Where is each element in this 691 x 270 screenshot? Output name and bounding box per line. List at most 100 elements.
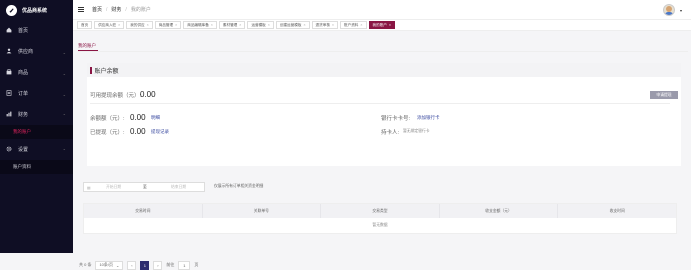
balance-card-header: 账户余额 <box>87 63 681 77</box>
page-suffix: 页 <box>194 262 199 267</box>
withdrawable-label: 可用提现余额（元）: <box>90 93 142 99</box>
sidebar-item-settings[interactable]: 设置 ⌃ <box>0 139 73 160</box>
fund-detail-table: 交易时间 关联单号 交易类型 收支金额（元） 收支时间 暂无数据 <box>83 203 677 234</box>
page-tab-title[interactable]: 我的账户 <box>78 43 96 49</box>
chevron-up-icon: ⌃ <box>62 113 66 118</box>
close-icon[interactable]: × <box>303 23 305 27</box>
empty-state: 暂无数据 <box>372 223 388 227</box>
order-icon <box>6 89 12 98</box>
close-icon[interactable]: × <box>268 23 270 27</box>
logo-icon <box>6 4 17 16</box>
total-count: 共 0 条 <box>79 262 92 267</box>
withdrawn-label: 已提现（元）: <box>90 130 125 136</box>
close-icon[interactable]: × <box>118 23 120 27</box>
withdrawn-value: 0.00 <box>130 127 146 136</box>
balance-card: 账户余额 可用提现余额（元）: 0.00 申请提现 余额额（元）: 0.00 明… <box>87 63 681 166</box>
tab-my-account[interactable]: 我的账户 × <box>368 21 395 29</box>
app-logo[interactable]: 优品商系统 <box>0 0 73 20</box>
column-header: 关联单号 <box>203 204 322 218</box>
tags-view: 首页 供应商入驻 × 我的供应 × 商品管理 × 商品编辑库备 × 素材管理 × 运营模板… <box>73 20 691 31</box>
tab-create-template[interactable]: 创建运营模板 × <box>275 21 310 29</box>
breadcrumb-separator: / <box>106 6 108 13</box>
goto-label: 前往 <box>166 262 175 267</box>
tab-material[interactable]: 素材管理 × <box>218 21 246 29</box>
column-header: 交易时间 <box>84 204 203 218</box>
settings-submenu: 账户资料 <box>0 160 73 174</box>
breadcrumb-separator: / <box>125 6 127 13</box>
tab-my-supply[interactable]: 我的供应 × <box>126 21 153 29</box>
tab-supplier-join[interactable]: 供应商入驻 × <box>94 21 125 29</box>
sidebar-item-goods[interactable]: 商品 ⌄ <box>0 62 73 83</box>
prev-page-button[interactable]: ‹ <box>127 260 137 270</box>
tab-label: 账户资料 <box>344 22 359 27</box>
close-icon[interactable]: × <box>332 23 334 27</box>
close-icon[interactable]: × <box>360 23 362 27</box>
table-header: 交易时间 关联单号 交易类型 收支金额（元） 收支时间 <box>84 204 676 218</box>
end-date-input[interactable]: 结束日期 <box>171 185 186 190</box>
add-bank-card-link[interactable]: 添加银行卡 <box>417 115 440 121</box>
tab-label: 商品编辑库备 <box>187 22 209 27</box>
page-number[interactable]: 1 <box>140 260 150 270</box>
tab-label: 供应商入驻 <box>98 22 117 27</box>
card-holder-label: 持卡人: <box>381 130 400 136</box>
close-icon[interactable]: × <box>147 23 149 27</box>
tab-label: 创建运营模板 <box>279 22 302 27</box>
start-date-input[interactable]: 开始日期 <box>106 185 121 190</box>
goto-page-input[interactable]: 1 <box>178 260 191 270</box>
sidebar-item-label: 财务 <box>18 112 29 118</box>
column-header: 收支时间 <box>609 208 625 213</box>
withdrawable-value: 0.00 <box>140 90 156 99</box>
pagination: 共 0 条 10条/页 ⌄ ‹ 1 › 前往 1 页 <box>79 260 198 270</box>
tab-account-info[interactable]: 账户资料 × <box>340 21 367 29</box>
close-icon[interactable]: × <box>211 23 213 27</box>
chevron-up-icon: ⌃ <box>62 148 66 153</box>
frozen-value: 0.00 <box>130 113 146 122</box>
sidebar-item-my-account[interactable]: 我的账户 <box>0 125 73 139</box>
goods-icon <box>6 68 12 77</box>
filter-hint: 仅展示所有订单相关资金明细 <box>214 184 264 188</box>
sidebar-item-label: 订单 <box>18 91 29 97</box>
date-range-picker[interactable]: ▦ 开始日期 至 结束日期 <box>83 182 205 192</box>
close-icon[interactable]: × <box>175 23 177 27</box>
page-size-select[interactable]: 10条/页 ⌄ <box>95 260 124 270</box>
chevron-down-icon: ⌄ <box>62 50 66 55</box>
close-icon[interactable]: × <box>239 23 241 27</box>
column-header: 交易类型 <box>321 204 440 218</box>
withdraw-records-link[interactable]: 提现记录 <box>151 129 169 135</box>
sidebar-item-label: 设置 <box>18 147 29 153</box>
sidebar-item-order[interactable]: 订单 ⌄ <box>0 83 73 104</box>
tab-return-review[interactable]: 退货审核 × <box>311 21 339 29</box>
page-size-value: 10条/页 <box>99 262 114 267</box>
menu-toggle-icon[interactable] <box>78 7 84 12</box>
frozen-label: 余额额（元）: <box>90 116 125 122</box>
app-name: 优品商系统 <box>22 7 48 14</box>
tab-label: 素材管理 <box>222 22 238 27</box>
sidebar-item-account-info[interactable]: 账户资料 <box>0 160 73 174</box>
close-icon[interactable]: × <box>389 23 391 27</box>
sidebar-item-finance[interactable]: 财务 ⌃ <box>0 104 73 125</box>
avatar[interactable] <box>663 4 675 16</box>
supplier-icon <box>6 48 12 56</box>
withdraw-button[interactable]: 申请提现 <box>650 91 678 99</box>
tab-goods-edit[interactable]: 商品编辑库备 × <box>183 21 217 29</box>
home-icon <box>6 27 12 35</box>
accent-bar <box>90 66 92 74</box>
main-content: 我的账户 账户余额 可用提现余额（元）: 0.00 申请提现 余额额（元）: 0… <box>73 31 691 270</box>
chevron-down-icon: ⌄ <box>62 71 66 76</box>
tab-ops-template[interactable]: 运营模板 × <box>247 21 274 29</box>
caret-down-icon[interactable]: ▾ <box>680 8 682 13</box>
divider <box>78 51 688 52</box>
breadcrumb-home[interactable]: 首页 <box>92 6 102 13</box>
tab-label: 我的供应 <box>130 22 145 27</box>
sidebar-item-supplier[interactable]: 供应商 ⌄ <box>0 41 73 62</box>
tab-label: 首页 <box>81 22 89 27</box>
tab-label: 我的账户 <box>372 22 387 27</box>
next-page-button[interactable]: › <box>153 260 163 270</box>
sidebar-item-home[interactable]: 首页 <box>0 20 73 41</box>
calendar-icon: ▦ <box>87 185 91 190</box>
tab-goods-manage[interactable]: 商品管理 × <box>154 21 182 29</box>
breadcrumb-current: 我的账户 <box>130 7 151 13</box>
frozen-detail-link[interactable]: 明细 <box>151 115 160 121</box>
tab-home[interactable]: 首页 <box>77 21 93 29</box>
breadcrumb-finance[interactable]: 财务 <box>111 6 121 13</box>
